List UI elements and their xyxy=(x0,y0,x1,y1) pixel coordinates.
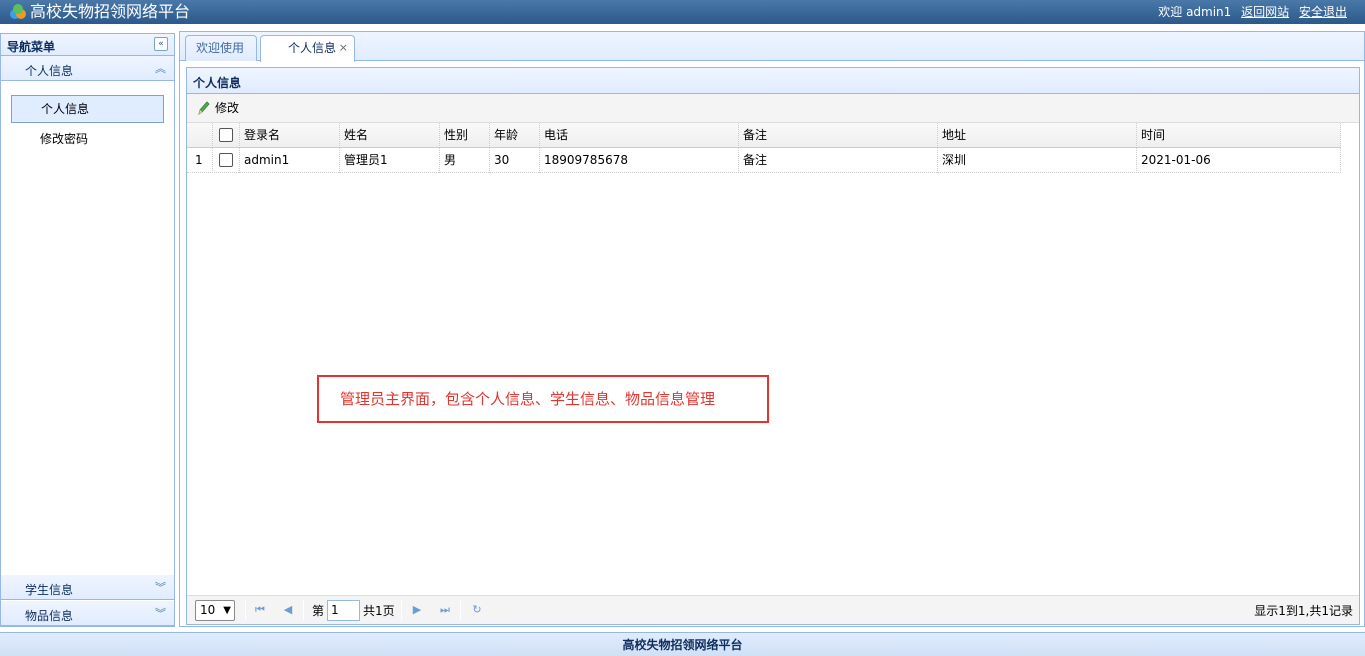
column-header[interactable]: 年龄 xyxy=(490,123,540,148)
top-header: 高校失物招领网络平台 欢迎 admin1 返回网站 安全退出 xyxy=(0,0,1365,24)
chevron-down-icon: ︾ xyxy=(155,607,166,620)
panel-header: 个人信息 xyxy=(187,68,1359,94)
back-to-site-link[interactable]: 返回网站 xyxy=(1241,5,1289,19)
table-cell: 深圳 xyxy=(938,148,1137,173)
nav-section-label: 学生信息 xyxy=(25,583,74,597)
table-cell: 管理员1 xyxy=(340,148,440,173)
column-header[interactable]: 电话 xyxy=(540,123,739,148)
personal-info-panel: 个人信息 修改 登录名 姓名 性别 年龄 电话 备注 地址 时间 1 admin… xyxy=(186,67,1360,625)
logo-icon xyxy=(10,4,26,19)
next-page-icon[interactable]: ▶ xyxy=(410,603,424,617)
previous-page-icon[interactable]: ◀ xyxy=(281,603,295,617)
last-page-icon[interactable]: ⏭ xyxy=(438,603,452,617)
pagination-bar: 10 ▼ ⏮ ◀ 第 1 共1页 ▶ ⏭ ↻ 显示1到1,共1记录 xyxy=(187,595,1359,624)
page-size-value: 10 xyxy=(200,603,216,617)
column-header[interactable]: 备注 xyxy=(739,123,938,148)
divider xyxy=(460,600,461,620)
divider xyxy=(245,600,246,620)
chevron-down-icon: ︾ xyxy=(155,581,166,594)
nav-section-personal[interactable]: 个人信息 ︽ xyxy=(1,56,174,81)
logout-link[interactable]: 安全退出 xyxy=(1299,5,1347,19)
tab-label: 欢迎使用 xyxy=(196,41,245,55)
table-row[interactable]: 1 admin1 管理员1 男 30 18909785678 备注 深圳 202… xyxy=(187,148,1341,173)
close-icon[interactable]: × xyxy=(339,36,348,60)
page-number-input[interactable]: 1 xyxy=(327,600,360,621)
table-cell: 18909785678 xyxy=(540,148,739,173)
tab-label: 个人信息 xyxy=(288,41,337,55)
table-cell: 男 xyxy=(440,148,490,173)
welcome-text: 欢迎 admin1 xyxy=(1158,5,1232,19)
nav-section-students[interactable]: 学生信息 ︾ xyxy=(1,575,174,600)
divider xyxy=(401,600,402,620)
toolbar: 修改 xyxy=(187,94,1359,123)
tab-personal-info[interactable]: 个人信息 × xyxy=(260,35,355,62)
annotation-box: 管理员主界面，包含个人信息、学生信息、物品信息管理 xyxy=(317,375,769,423)
data-grid: 登录名 姓名 性别 年龄 电话 备注 地址 时间 1 admin1 管理员1 男… xyxy=(187,123,1341,173)
nav-section-label: 个人信息 xyxy=(25,64,74,78)
footer: 高校失物招领网络平台 xyxy=(0,632,1365,656)
table-cell: 30 xyxy=(490,148,540,173)
tab-bar: 欢迎使用 个人信息 × xyxy=(180,32,1364,62)
divider xyxy=(303,600,304,620)
collapse-panel-button[interactable]: « xyxy=(154,37,168,51)
column-header[interactable]: 性别 xyxy=(440,123,490,148)
nav-header: 导航菜单 « xyxy=(1,34,174,56)
pencil-icon xyxy=(198,101,210,115)
edit-button[interactable]: 修改 xyxy=(195,98,239,118)
row-number-header xyxy=(187,123,213,148)
nav-section-label: 物品信息 xyxy=(25,609,74,623)
select-all-cell xyxy=(213,123,240,148)
row-checkbox[interactable] xyxy=(219,153,233,167)
main-area: 欢迎使用 个人信息 × 个人信息 修改 登录名 姓名 性别 年龄 电话 备注 地… xyxy=(179,31,1365,627)
table-cell: admin1 xyxy=(240,148,340,173)
edit-button-label: 修改 xyxy=(215,101,240,115)
column-header[interactable]: 时间 xyxy=(1137,123,1341,148)
row-select-cell xyxy=(213,148,240,173)
tab-welcome[interactable]: 欢迎使用 xyxy=(185,35,257,61)
panel-title: 个人信息 xyxy=(193,76,242,90)
select-all-checkbox[interactable] xyxy=(219,128,233,142)
refresh-icon[interactable]: ↻ xyxy=(470,603,484,617)
table-cell: 备注 xyxy=(739,148,938,173)
column-header[interactable]: 登录名 xyxy=(240,123,340,148)
grid-header-row: 登录名 姓名 性别 年龄 电话 备注 地址 时间 xyxy=(187,123,1341,148)
page-size-select[interactable]: 10 ▼ xyxy=(195,600,235,621)
first-page-icon[interactable]: ⏮ xyxy=(253,603,267,617)
chevron-up-icon: ︽ xyxy=(155,62,166,75)
column-header[interactable]: 地址 xyxy=(938,123,1137,148)
row-number: 1 xyxy=(187,148,213,173)
table-cell: 2021-01-06 xyxy=(1137,148,1341,173)
app-title: 高校失物招领网络平台 xyxy=(30,2,191,21)
menu-item-personal-info[interactable]: 个人信息 xyxy=(11,95,164,123)
page-prefix: 第 xyxy=(312,604,325,618)
navigation-panel: 导航菜单 « 个人信息 ︽ 个人信息 修改密码 学生信息 ︾ 物品信息 ︾ xyxy=(0,33,175,627)
nav-section-items[interactable]: 物品信息 ︾ xyxy=(1,601,174,626)
page-total: 共1页 xyxy=(363,604,395,618)
user-links: 欢迎 admin1 返回网站 安全退出 xyxy=(1158,4,1347,20)
nav-title: 导航菜单 xyxy=(7,40,56,54)
nav-section-body: 个人信息 修改密码 xyxy=(1,81,174,575)
chevron-down-icon: ▼ xyxy=(223,605,231,616)
column-header[interactable]: 姓名 xyxy=(340,123,440,148)
record-info: 显示1到1,共1记录 xyxy=(1254,604,1353,618)
menu-item-change-password[interactable]: 修改密码 xyxy=(11,126,164,154)
